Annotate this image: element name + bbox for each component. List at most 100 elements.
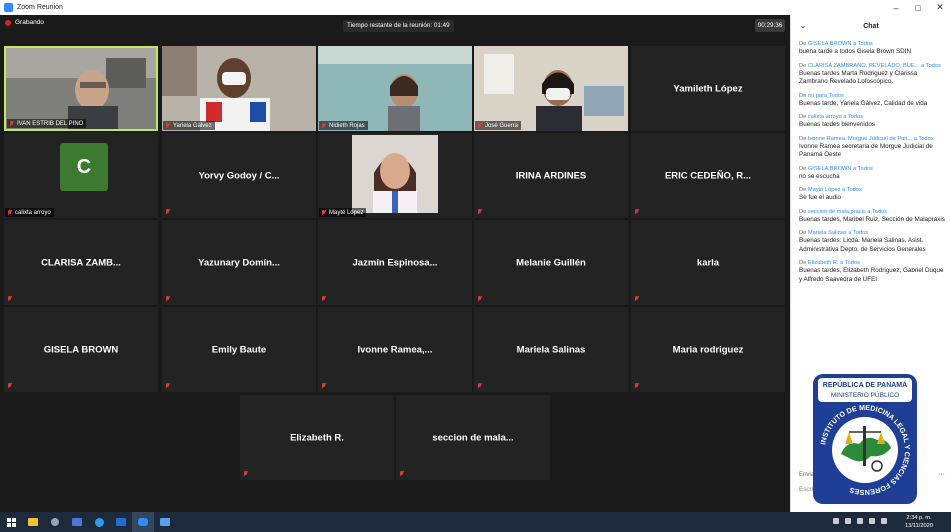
participant-tile-calixta[interactable]: C calixta arroyo	[4, 133, 158, 218]
chevron-up-icon[interactable]	[833, 518, 839, 524]
close-button[interactable]: ✕	[929, 0, 951, 15]
chat-message: De seccion de mala pracis a Todos Buenas …	[799, 209, 947, 225]
taskbar-camera[interactable]	[44, 512, 66, 532]
chat-message-text: Ivonne Ramea secretaria de Morgue Judici…	[799, 142, 933, 159]
chat-message-text: Buenas tarde, Yariela Gálvez, Calidad de…	[799, 99, 928, 107]
chat-message-sender: De Elizabeth R. a Todos	[799, 260, 860, 266]
mic-muted-icon	[321, 209, 326, 216]
participant-name: Elizabeth R.	[290, 432, 344, 443]
participant-tile[interactable]: Melanie Guillén	[474, 220, 628, 305]
chat-message-sender: De Mayté López a Todos	[799, 187, 862, 193]
participant-name: karla	[696, 257, 720, 268]
participant-tile[interactable]: CLARISA ZAMB...	[4, 220, 158, 305]
chat-title: Chat	[863, 22, 879, 30]
participant-name: GISELA BROWN	[43, 344, 119, 355]
time-left-banner: Tiempo restante de la reunión: 01:49	[343, 20, 454, 32]
window-title: Zoom Reunión	[17, 4, 63, 11]
minimize-button[interactable]: –	[885, 0, 907, 15]
participant-tile[interactable]: Jazmín Espinosa...	[318, 220, 472, 305]
recording-indicator[interactable]: Grabando	[5, 19, 44, 26]
start-button[interactable]	[0, 512, 22, 532]
taskbar-store[interactable]	[66, 512, 88, 532]
participant-tile[interactable]: ERIC CEDEÑO, R...	[631, 133, 785, 218]
participant-tile[interactable]: karla	[631, 220, 785, 305]
participant-label: José Guerra	[475, 121, 522, 130]
chat-message-text: Buenas tardes: Licda. Mariela Salinas, A…	[799, 237, 926, 253]
participant-tile[interactable]: Ivonne Ramea,...	[318, 307, 472, 392]
participant-tile[interactable]: seccion de mala...	[396, 395, 550, 480]
clock-time: 2:34 p. m.	[906, 515, 932, 521]
chat-message-list[interactable]: De GISELA BROWN a Todos buena tarde a tod…	[791, 37, 951, 284]
participant-tile[interactable]: GISELA BROWN	[4, 307, 158, 392]
mic-muted-icon	[165, 209, 170, 215]
participant-tile[interactable]: Yorvy Godoy / C...	[162, 133, 316, 218]
mic-muted-icon	[7, 383, 12, 389]
video-tile-yariela[interactable]: Yariela Gálvez	[162, 46, 316, 131]
profile-photo-mayte	[318, 133, 472, 218]
participant-name: Maria rodriguez	[672, 344, 744, 355]
chat-message-text: no se escucha	[799, 172, 840, 180]
chevron-down-icon[interactable]: ⌄	[800, 22, 806, 30]
mic-muted-icon	[165, 122, 170, 129]
store-icon	[72, 518, 82, 526]
zoom-window: Zoom Reunión – □ ✕ Grabando Tiempo resta…	[0, 0, 951, 532]
mic-muted-icon	[321, 383, 326, 389]
participant-tile[interactable]: Yamileth López	[631, 46, 785, 131]
chat-message-sender: De Mariela Salinas a Todos	[799, 230, 869, 236]
network-icon[interactable]	[845, 518, 851, 524]
chat-message: De GISELA BROWN a Todos no se escucha	[799, 166, 947, 182]
photos-icon	[160, 518, 170, 526]
maximize-button[interactable]: □	[907, 0, 929, 15]
camera-icon	[51, 518, 59, 526]
video-tile-ivan[interactable]: IVAN ESTRIB DEL PINO	[4, 46, 158, 131]
chat-message-text: Buenas tardes bienvenidos	[799, 121, 875, 128]
taskbar-outlook[interactable]	[110, 512, 132, 532]
taskbar-zoom[interactable]	[132, 512, 154, 532]
participant-tile[interactable]: Yazunary Domín...	[162, 220, 316, 305]
mic-muted-icon	[477, 209, 482, 215]
video-tile-nidieth[interactable]: Nidieth Rojas	[318, 46, 472, 131]
chat-message-text: buena tarde a todos Gisela Brown SDIN	[799, 48, 912, 55]
chat-message-sender: De GISELA BROWN a Todos	[799, 41, 873, 47]
taskbar-edge[interactable]	[88, 512, 110, 532]
video-feed-yariela	[162, 46, 316, 131]
participant-name: Yazunary Domín...	[198, 257, 280, 268]
mic-muted-icon	[634, 296, 639, 302]
minimize-icon: –	[893, 2, 899, 13]
mic-muted-icon	[9, 120, 14, 127]
video-tile-jose[interactable]: José Guerra	[474, 46, 628, 131]
participant-tile-mayte[interactable]: Mayté López	[318, 133, 472, 218]
taskbar-photos[interactable]	[154, 512, 176, 532]
mic-muted-icon	[243, 471, 248, 477]
emblem-logo: REPÚBLICA DE PANAMÁ MINISTERIO PÚBLICO I…	[813, 374, 917, 504]
participant-label: calixta arroyo	[5, 208, 54, 217]
chat-message-text: Buenas tardes Marta Rodriguez y Clarissa…	[799, 69, 918, 86]
participant-name: ERIC CEDEÑO, R...	[664, 170, 752, 181]
participant-tile[interactable]: Maria rodriguez	[631, 307, 785, 392]
chat-message-sender: De Ivonne Ramea, Morgue Judicial de Pan.…	[799, 135, 934, 142]
windows-taskbar: 2:34 p. m. 13/11/2020	[0, 512, 951, 532]
meeting-timer: 00:29:36	[755, 19, 785, 32]
notification-icon[interactable]	[881, 518, 887, 524]
participant-name: Ivonne Ramea,...	[357, 344, 433, 355]
participant-tile[interactable]: Emily Baute	[162, 307, 316, 392]
mic-muted-icon	[477, 383, 482, 389]
taskbar-clock[interactable]: 2:34 p. m. 13/11/2020	[905, 514, 933, 530]
chat-message-text: Buenas tardes, Elizabeth Rodriguez, Gabr…	[799, 267, 944, 283]
participant-tile[interactable]: Mariela Salinas	[474, 307, 628, 392]
taskbar-file-explorer[interactable]	[22, 512, 44, 532]
file-explorer-icon	[28, 518, 38, 526]
recording-label: Grabando	[15, 19, 44, 26]
participant-name: Yorvy Godoy / C...	[198, 170, 280, 181]
participant-tile[interactable]: Elizabeth R.	[240, 395, 394, 480]
participant-tile[interactable]: IRINA ARDINES	[474, 133, 628, 218]
volume-icon[interactable]	[857, 518, 863, 524]
battery-icon[interactable]	[869, 518, 875, 524]
mic-muted-icon	[321, 122, 326, 129]
chat-message: De mí para Todos Buenas tarde, Yariela Gá…	[799, 93, 947, 109]
mic-muted-icon	[7, 209, 12, 216]
video-feed-jose	[474, 46, 628, 131]
more-options-icon[interactable]: ···	[938, 471, 945, 478]
chat-message: De Mariela Salinas a Todos Buenas tardes:…	[799, 230, 947, 254]
chat-message-sender: De seccion de mala pracis a Todos	[799, 208, 888, 215]
